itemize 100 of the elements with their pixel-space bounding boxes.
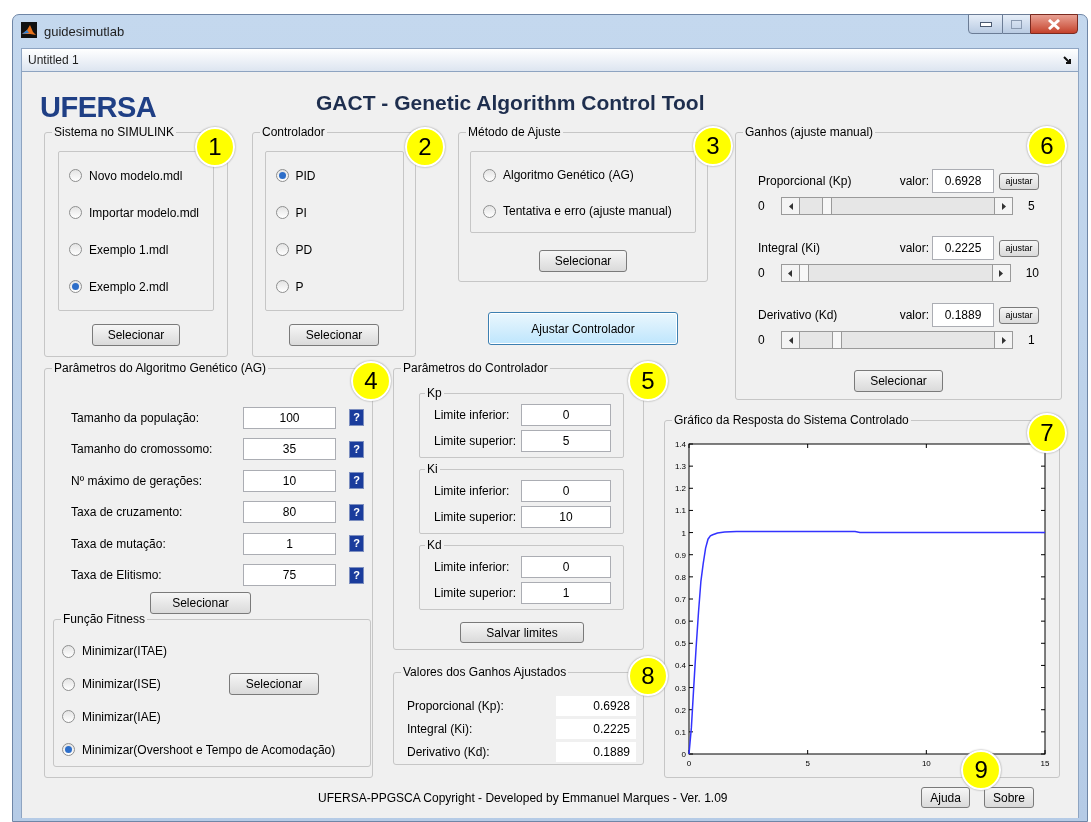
limit-field[interactable]: 0 xyxy=(521,480,611,502)
radio-label: Tentativa e erro (ajuste manual) xyxy=(503,203,672,220)
gain-label: Derivativo (Kd) xyxy=(758,307,839,324)
number-badge: 7 xyxy=(1027,413,1067,453)
radio-button[interactable] xyxy=(483,168,496,182)
param-field[interactable]: 10 xyxy=(243,469,336,492)
scroll-left-button[interactable] xyxy=(782,198,800,214)
undock-arrow-icon[interactable] xyxy=(1063,55,1072,65)
panel-title: Valores dos Ganhos Ajustados xyxy=(401,665,569,679)
radio-button[interactable] xyxy=(69,280,82,293)
help-button[interactable]: ? xyxy=(349,440,364,458)
panel-title: Função Fitness xyxy=(61,612,148,626)
right-triangle-icon xyxy=(1001,202,1006,210)
slider-thumb[interactable] xyxy=(831,332,842,348)
help-button[interactable]: ? xyxy=(349,566,364,584)
limit-label: Limite inferior: xyxy=(434,483,511,500)
param-field[interactable]: 1 xyxy=(243,532,336,555)
value-field[interactable]: 0.2225 xyxy=(932,236,994,260)
param-field[interactable]: 75 xyxy=(243,564,336,587)
select-button[interactable]: Selecionar xyxy=(539,250,627,272)
group-title: Kd xyxy=(425,538,444,552)
radio-button[interactable] xyxy=(62,677,75,691)
gain-label: Integral (Ki) xyxy=(758,240,822,257)
limit-field[interactable]: 0 xyxy=(521,556,611,578)
axis-tick-label: 0.2 xyxy=(674,705,686,715)
param-field[interactable]: 80 xyxy=(243,501,336,524)
slider-thumb[interactable] xyxy=(821,198,832,214)
limit-field[interactable]: 1 xyxy=(521,582,611,604)
help-button[interactable]: ? xyxy=(349,472,364,490)
footer-button[interactable]: Sobre xyxy=(983,787,1034,808)
radio-button[interactable] xyxy=(275,169,289,182)
help-button[interactable]: ? xyxy=(349,409,364,427)
minimize-button[interactable] xyxy=(968,14,1003,34)
limit-label: Limite inferior: xyxy=(434,559,511,576)
tune-controller-button[interactable]: Ajustar Controlador xyxy=(488,312,678,345)
panel-title: Sistema no SIMULINK xyxy=(52,125,177,139)
number-badge: 2 xyxy=(405,127,445,167)
select-button[interactable]: Selecionar xyxy=(289,324,379,346)
axis-tick-label: 0.1 xyxy=(674,727,686,737)
value-field[interactable]: 0.1889 xyxy=(932,303,994,327)
select-button[interactable]: Selecionar xyxy=(150,592,251,614)
axis-tick-label: 15 xyxy=(1040,759,1050,768)
select-button[interactable]: Selecionar xyxy=(854,370,943,392)
scroll-left-button[interactable] xyxy=(781,265,800,281)
app-title: GACT - Genetic Algorithm Control Tool xyxy=(316,89,705,116)
axis-tick-label: 0.6 xyxy=(674,617,686,627)
help-button[interactable]: ? xyxy=(349,503,364,521)
radio-button[interactable] xyxy=(483,204,496,218)
radio-button[interactable] xyxy=(69,169,82,182)
select-button[interactable]: Selecionar xyxy=(92,324,180,346)
scroll-right-button[interactable] xyxy=(994,198,1012,214)
axis-tick-label: 5 xyxy=(805,759,810,768)
footer-button[interactable]: Ajuda xyxy=(921,787,970,808)
param-label: Taxa de cruzamento: xyxy=(70,504,184,522)
value-field[interactable]: 0.6928 xyxy=(932,169,994,193)
radio-button[interactable] xyxy=(62,743,75,757)
number-badge: 3 xyxy=(693,126,733,166)
axis-tick-label: 0.5 xyxy=(674,639,686,649)
adjust-button[interactable]: ajustar xyxy=(999,239,1039,257)
radio-button[interactable] xyxy=(62,710,75,724)
limit-field[interactable]: 0 xyxy=(521,404,611,426)
limit-field[interactable]: 5 xyxy=(521,430,611,452)
gain-label: Proporcional (Kp) xyxy=(758,173,853,190)
panel-title: Método de Ajuste xyxy=(466,125,563,139)
slider[interactable] xyxy=(781,331,1013,349)
limit-label: Limite inferior: xyxy=(434,407,511,424)
axis-tick-label: 1.4 xyxy=(674,440,686,449)
slider-max-label: 1 xyxy=(1028,332,1035,349)
adjust-button[interactable]: ajustar xyxy=(999,172,1039,190)
radio-label: PI xyxy=(295,204,307,222)
radio-button[interactable] xyxy=(69,206,82,219)
radio-button[interactable] xyxy=(275,280,289,293)
number-badge: 9 xyxy=(961,750,1002,790)
select-button[interactable]: Selecionar xyxy=(229,673,319,696)
param-field[interactable]: 100 xyxy=(243,406,336,429)
radio-label: Importar modelo.mdl xyxy=(89,204,200,222)
save-limits-button[interactable]: Salvar limites xyxy=(460,622,584,643)
radio-button[interactable] xyxy=(62,644,75,658)
number-badge: 4 xyxy=(351,361,391,401)
axis-tick-label: 10 xyxy=(921,759,931,768)
slider-thumb[interactable] xyxy=(799,265,809,281)
slider-max-label: 10 xyxy=(1025,265,1039,282)
adjust-button[interactable]: ajustar xyxy=(999,306,1039,324)
radio-button[interactable] xyxy=(69,243,82,256)
scroll-left-button[interactable] xyxy=(782,332,800,348)
radio-button[interactable] xyxy=(275,243,289,256)
number-badge: 5 xyxy=(628,361,668,401)
limit-field[interactable]: 10 xyxy=(521,506,611,528)
param-label: Tamanho do cromossomo: xyxy=(70,441,214,459)
radio-label: Minimizar(ITAE) xyxy=(82,643,168,661)
slider[interactable] xyxy=(781,197,1013,215)
radio-button[interactable] xyxy=(275,206,289,219)
right-triangle-icon xyxy=(999,269,1004,277)
help-button[interactable]: ? xyxy=(349,535,364,553)
maximize-icon xyxy=(1011,19,1022,29)
scroll-right-button[interactable] xyxy=(994,332,1012,348)
maximize-button[interactable] xyxy=(1003,14,1030,34)
slider[interactable] xyxy=(780,264,1011,282)
param-field[interactable]: 35 xyxy=(243,438,336,461)
close-button[interactable] xyxy=(1030,14,1078,34)
